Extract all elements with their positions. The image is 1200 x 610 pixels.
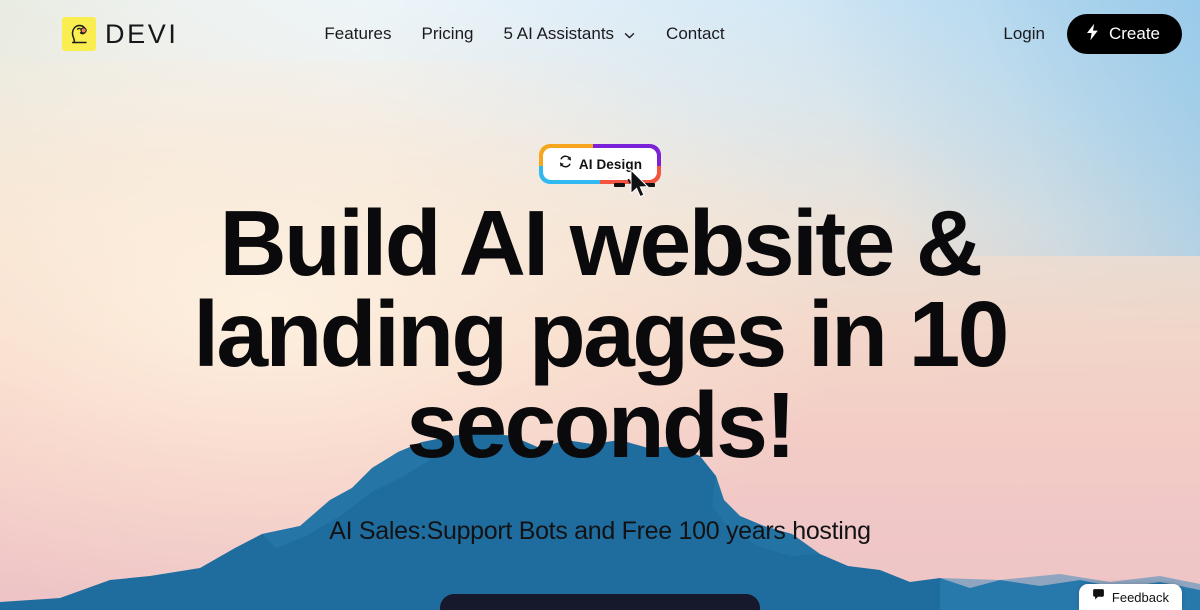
header-actions: Login Create [1003,14,1182,54]
main-navigation: Features Pricing 5 AI Assistants Contact [324,24,724,44]
headline-line-1: Build AI website & [219,191,983,295]
ai-design-badge[interactable]: AI Design [539,144,661,198]
nav-label-contact: Contact [666,24,725,43]
brand-name: DEVI [105,18,179,49]
site-header: DEVI Features Pricing 5 AI Assistants Co… [0,0,1200,68]
mouse-cursor-icon [627,168,653,202]
ai-design-badge-wrap: AI Design [0,144,1200,198]
brand-logo[interactable]: DEVI [62,17,178,51]
face-profile-icon [62,17,96,51]
nav-label-features: Features [324,24,392,43]
headline-line-2: landing pages in 10 [193,282,1009,387]
speech-bubble-icon [1092,588,1105,606]
cta-panel[interactable] [440,594,760,610]
feedback-label: Feedback [1111,589,1169,605]
nav-item-pricing[interactable]: Pricing [422,24,474,44]
page-title: Build AI website & landing pages in 10 s… [0,197,1200,472]
lightning-bolt-icon [1085,23,1100,46]
feedback-button[interactable]: Feedback [1078,584,1182,610]
chevron-down-icon [623,29,636,42]
nav-item-ai-assistants[interactable]: 5 AI Assistants [503,24,636,44]
headline-line-3: seconds! [406,373,796,478]
login-link[interactable]: Login [1003,24,1045,44]
nav-item-features[interactable]: Features [324,24,391,44]
nav-label-ai-assistants: 5 AI Assistants [503,24,615,43]
refresh-icon [558,154,573,174]
selection-handle-left[interactable] [614,183,625,187]
hero-subheadline: AI Sales:Support Bots and Free 100 years… [329,517,871,546]
create-button[interactable]: Create [1066,14,1182,54]
hero-section: AI Design Build AI website & landing pag… [0,68,1200,546]
nav-label-pricing: Pricing [421,24,474,43]
nav-item-contact[interactable]: Contact [666,24,725,44]
create-button-label: Create [1108,24,1160,43]
